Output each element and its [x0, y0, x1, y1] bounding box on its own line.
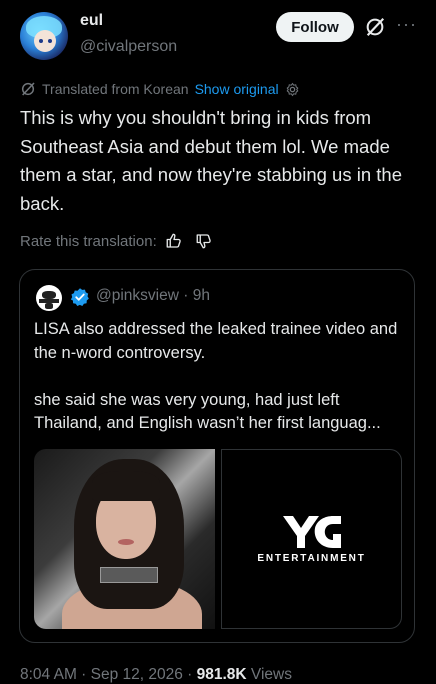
verified-badge-icon — [70, 288, 89, 306]
avatar-eye-right — [48, 39, 52, 43]
photo-lips — [118, 539, 134, 545]
grok-icon[interactable] — [364, 16, 386, 38]
translate-icon — [21, 82, 35, 96]
more-icon[interactable]: ··· — [396, 14, 417, 35]
entertainment-label: ENTERTAINMENT — [257, 553, 366, 564]
quoted-handle[interactable]: @pinksview · 9h — [96, 287, 210, 305]
translation-row: Translated from Korean Show original — [20, 80, 306, 98]
views-count: 981.8K — [196, 666, 247, 683]
author-handle[interactable]: @civalperson — [80, 38, 177, 56]
thumbs-down-icon[interactable] — [195, 232, 213, 250]
photo-bangs — [92, 471, 160, 501]
views-label: Views — [246, 666, 292, 683]
rate-translation-row: Rate this translation: — [20, 232, 213, 250]
tweet-meta: 8:04 AM · Sep 12, 2026 · 981.8K Views — [20, 666, 292, 684]
rate-label: Rate this translation: — [20, 232, 157, 250]
thumbs-up-icon[interactable] — [165, 232, 183, 250]
tweet-timestamp[interactable]: 8:04 AM · Sep 12, 2026 · — [20, 666, 197, 683]
gear-icon[interactable] — [285, 82, 300, 97]
avatar-eye-left — [39, 39, 43, 43]
avatar-face — [34, 30, 56, 52]
photo-choker — [100, 567, 158, 583]
translated-label: Translated from Korean — [42, 81, 189, 97]
quoted-avatar[interactable] — [36, 285, 62, 311]
tweet-text: This is why you shouldn't bring in kids … — [20, 107, 402, 214]
show-original-link[interactable]: Show original — [195, 81, 279, 97]
media-photo-left[interactable] — [34, 449, 215, 629]
quoted-text: LISA also addressed the leaked trainee v… — [34, 320, 398, 432]
author-avatar[interactable] — [20, 12, 68, 60]
yg-logo-icon — [283, 516, 341, 548]
author-name[interactable]: eul — [80, 12, 103, 30]
follow-button[interactable]: Follow — [276, 12, 354, 42]
